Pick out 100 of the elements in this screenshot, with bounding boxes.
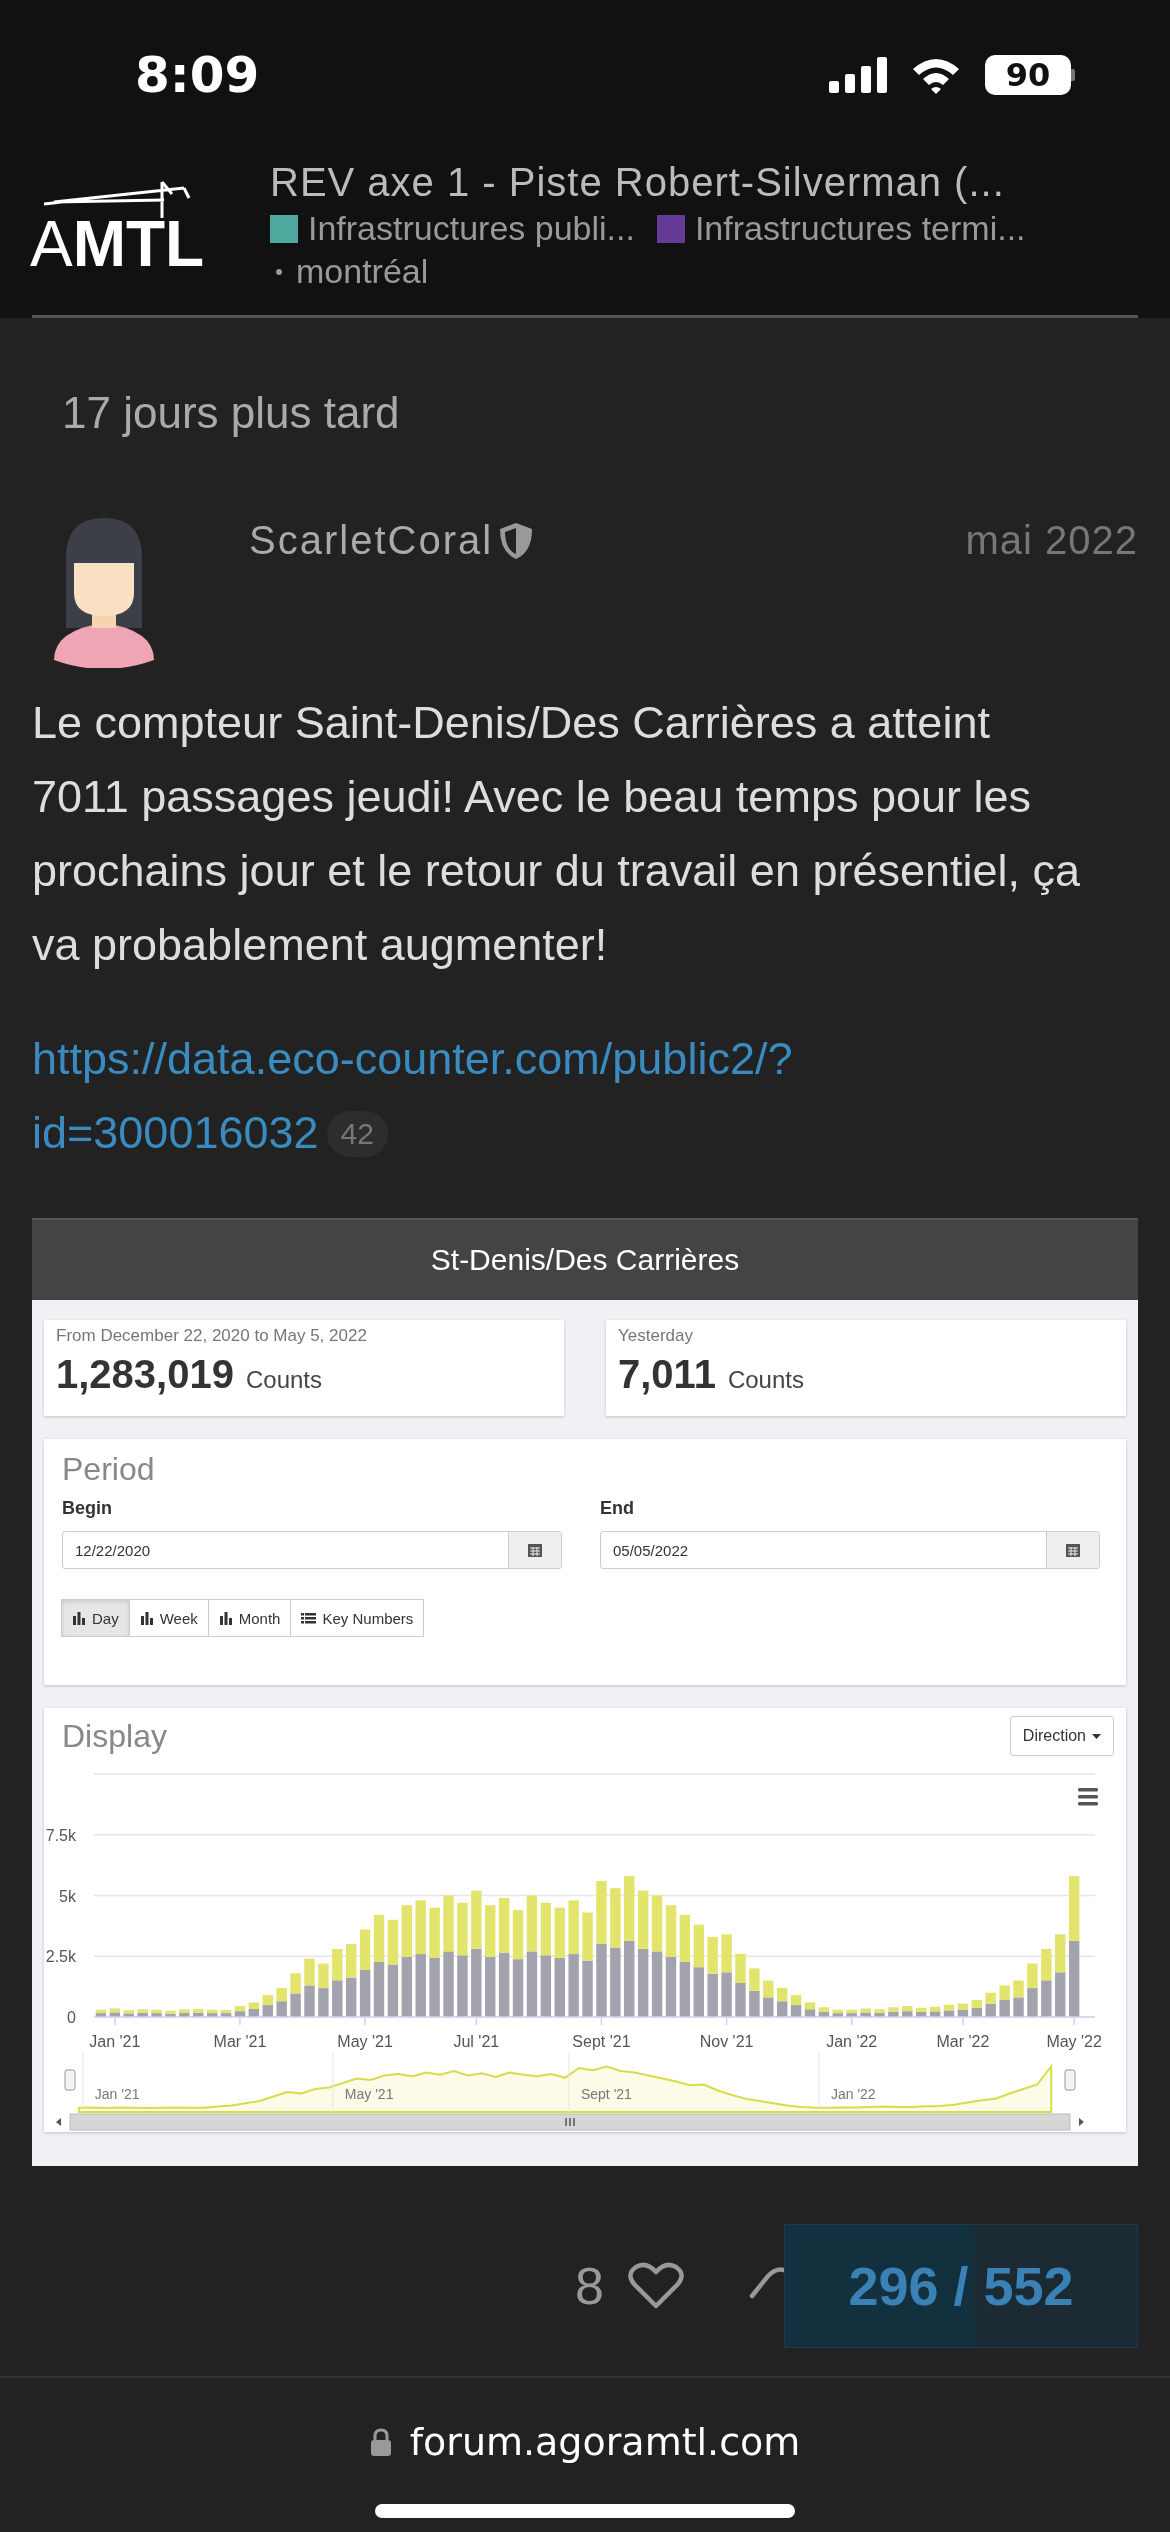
chart-bar — [665, 1905, 677, 1957]
x-tick-label: Jan '21 — [89, 2033, 141, 2050]
heart-icon[interactable] — [628, 2262, 684, 2310]
range-handle[interactable] — [1064, 2069, 1076, 2091]
chart-bar — [359, 1929, 371, 1970]
chart-bar — [1055, 1934, 1066, 1973]
chart-bar — [610, 1947, 621, 2017]
station-title: St-Denis/Des Carrières — [430, 1243, 740, 1277]
chart-bar — [568, 1900, 579, 1955]
scroll-left-icon[interactable] — [56, 2118, 61, 2126]
stat-unit: Counts — [727, 1366, 804, 1394]
chart-bar — [735, 1983, 746, 2017]
post-date[interactable]: mai 2022 — [965, 518, 1138, 563]
link[interactable]: id=300016032 — [32, 1107, 319, 1158]
chart-bar — [1068, 1876, 1080, 1941]
chart-bar — [485, 1956, 496, 2017]
chart-bar — [707, 1973, 718, 2017]
like-count: 8 — [575, 2256, 604, 2316]
chart-bar — [304, 1958, 315, 1986]
bar-chart-icon — [218, 1611, 233, 1625]
chart-bar — [776, 1987, 788, 2002]
range-handle[interactable] — [64, 2069, 76, 2091]
period-tab[interactable]: Week — [128, 1599, 209, 1637]
avatar[interactable] — [54, 518, 154, 668]
category-link[interactable]: Infrastructures termi... — [656, 209, 1026, 248]
shield-icon — [499, 521, 534, 560]
signal-icon — [829, 57, 887, 93]
link[interactable]: https://data.eco-counter.com/public2/? — [32, 1022, 793, 1096]
card-title: Display — [62, 1717, 167, 1755]
chart-bar — [346, 1977, 357, 2017]
chart-bar — [693, 1967, 704, 2017]
chart-bar — [290, 1993, 301, 2017]
bar-chart-icon — [72, 1611, 86, 1625]
chart-bar — [1013, 1980, 1024, 1998]
chart-bar — [401, 1956, 413, 2017]
chart-bar — [387, 1964, 399, 2017]
username[interactable]: ScarletCoral — [249, 518, 494, 563]
chart-bar — [318, 1963, 329, 1989]
category-link[interactable]: Infrastructures publi... — [270, 209, 635, 248]
chart-bar — [582, 1912, 593, 1961]
post-text: Le compteur Saint-Denis/Des Carrières a atteint 7011 passages jeudi! Avec le beau temps pour les prochains jour et le retour du travail en présentiel, ça va probablement augmenter! — [32, 696, 1082, 972]
chart-bar — [776, 2001, 788, 2017]
chart-bar — [443, 1951, 454, 2017]
chart-bar — [596, 1880, 607, 1944]
chart-bar — [373, 1961, 385, 2017]
chart-bar — [429, 1907, 440, 1958]
chart-bar — [651, 1951, 663, 2017]
y-tick-label: 0 — [67, 2009, 76, 2026]
scroll-right-icon[interactable] — [1079, 2118, 1084, 2126]
time-gap-label: 17 jours plus tard — [61, 387, 401, 439]
chart-bar — [262, 1995, 273, 2006]
navigator-label: Jan '21 — [94, 2086, 140, 2102]
chart-bar — [999, 2000, 1010, 2017]
chart-bar — [721, 1934, 732, 1973]
chart-bar — [332, 1980, 343, 2017]
chart-bar — [359, 1969, 371, 2017]
chart-bar — [401, 1905, 413, 1957]
chart-bar — [624, 1876, 635, 1941]
scrollbar[interactable] — [69, 2113, 1071, 2131]
date-field[interactable]: 12/22/2020 — [62, 1531, 562, 1569]
y-tick-label: 7.5k — [45, 1826, 76, 1844]
stat-unit: Counts — [245, 1366, 322, 1394]
chart-bar — [735, 1953, 746, 1983]
chart-bar — [790, 2005, 802, 2017]
period-tab[interactable]: Day — [61, 1599, 130, 1637]
tag-link[interactable]: montréal — [276, 252, 429, 291]
chart-bar — [665, 1956, 677, 2017]
chart-bar — [512, 1959, 524, 2017]
chart-bar — [457, 1955, 468, 2017]
chart-bar — [512, 1910, 524, 1960]
chart-bar — [276, 2001, 287, 2017]
chart-bar — [610, 1888, 621, 1948]
address-bar[interactable]: forum.agoramtl.com — [369, 2420, 801, 2464]
site-logo[interactable]: AMTL — [30, 180, 230, 291]
chart-bar — [457, 1902, 468, 1956]
chart-bar — [554, 1957, 565, 2017]
field-label: End — [600, 1498, 635, 1519]
date-field[interactable]: 05/05/2022 — [600, 1531, 1100, 1569]
chart-bar — [387, 1919, 399, 1965]
chart-bar — [707, 1936, 718, 1974]
topic-title[interactable]: REV axe 1 - Piste Robert-Silverman (... — [270, 160, 1026, 205]
chart-bar — [346, 1944, 357, 1978]
direction-dropdown[interactable]: Direction — [1009, 1716, 1114, 1756]
calendar-icon — [527, 1542, 543, 1558]
y-tick-label: 2.5k — [45, 1948, 76, 1966]
chart-bar — [415, 1900, 426, 1955]
navigator-label: Sept '21 — [580, 2086, 632, 2102]
stat-caption: Yesterday — [618, 1326, 694, 1346]
navigator-label: Jan '22 — [830, 2086, 876, 2102]
x-tick-label: May '21 — [337, 2033, 393, 2050]
y-tick-label: 5k — [59, 1887, 76, 1905]
calendar-icon — [1065, 1542, 1081, 1558]
lock-icon — [369, 2428, 392, 2456]
chart-bar — [985, 2003, 996, 2017]
chart-bar — [540, 1902, 552, 1956]
period-tab[interactable]: Month — [207, 1599, 292, 1637]
menu-icon[interactable] — [1078, 1788, 1098, 1806]
period-tab[interactable]: Key Numbers — [290, 1599, 425, 1637]
chart-bar — [429, 1957, 440, 2017]
click-count: 42 — [326, 1111, 388, 1157]
